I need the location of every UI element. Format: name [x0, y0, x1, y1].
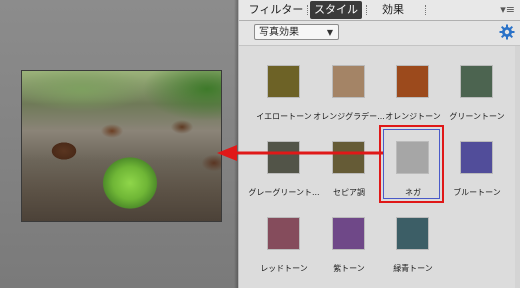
style-item-red-tone[interactable]: レッドトーン	[254, 218, 314, 284]
style-swatch	[397, 66, 428, 97]
style-label: セピア調	[333, 188, 365, 197]
canvas-area	[0, 0, 238, 288]
category-dropdown-value: 写真効果	[259, 27, 299, 38]
style-swatch	[397, 218, 428, 249]
panel-tabs: フィルター スタイル 効果 ▾≡	[239, 0, 520, 21]
style-label: 緑青トーン	[393, 264, 433, 273]
selection-focus-ring	[383, 129, 440, 199]
tab-separator	[307, 5, 308, 15]
style-item-verdigris-tone[interactable]: 緑青トーン	[383, 218, 443, 284]
style-item-purple-tone[interactable]: 紫トーン	[319, 218, 379, 284]
panel-menu-icon[interactable]: ▾≡	[500, 4, 515, 16]
style-item-green-tone[interactable]: グリーントーン	[447, 66, 507, 132]
tab-separator	[425, 5, 426, 15]
style-label: グレーグリーント...	[248, 188, 320, 197]
panel-scrollbar[interactable]	[515, 46, 520, 288]
style-label: 紫トーン	[333, 264, 365, 273]
style-item-orange-gradient[interactable]: オレンジグラデー...	[313, 66, 385, 132]
style-label: オレンジトーン	[385, 112, 441, 121]
style-label: レッドトーン	[260, 264, 308, 273]
tab-separator	[366, 5, 367, 15]
gear-icon[interactable]	[499, 24, 515, 40]
style-swatch	[268, 66, 299, 97]
style-label: イエロートーン	[256, 112, 312, 121]
arrow-left-icon	[217, 145, 383, 161]
style-swatch	[333, 66, 364, 97]
style-item-blue-tone[interactable]: ブルートーン	[447, 142, 507, 208]
category-dropdown[interactable]: 写真効果 ▼	[254, 24, 339, 40]
style-label: オレンジグラデー...	[313, 112, 385, 121]
tab-effects[interactable]: 効果	[373, 1, 413, 19]
tab-styles[interactable]: スタイル	[310, 1, 362, 19]
style-swatch	[461, 66, 492, 97]
tab-filters[interactable]: フィルター	[245, 1, 307, 19]
style-item-orange-tone[interactable]: オレンジトーン	[383, 66, 443, 132]
style-item-yellow-tone[interactable]: イエロートーン	[254, 66, 314, 132]
style-swatch	[333, 218, 364, 249]
panel-toolbar: 写真効果 ▼	[239, 21, 520, 46]
photo-preview	[21, 70, 222, 222]
style-swatch	[461, 142, 492, 173]
style-label: ブルートーン	[453, 188, 501, 197]
chevron-down-icon: ▼	[326, 28, 333, 37]
style-label: グリーントーン	[449, 112, 505, 121]
style-swatch	[268, 218, 299, 249]
